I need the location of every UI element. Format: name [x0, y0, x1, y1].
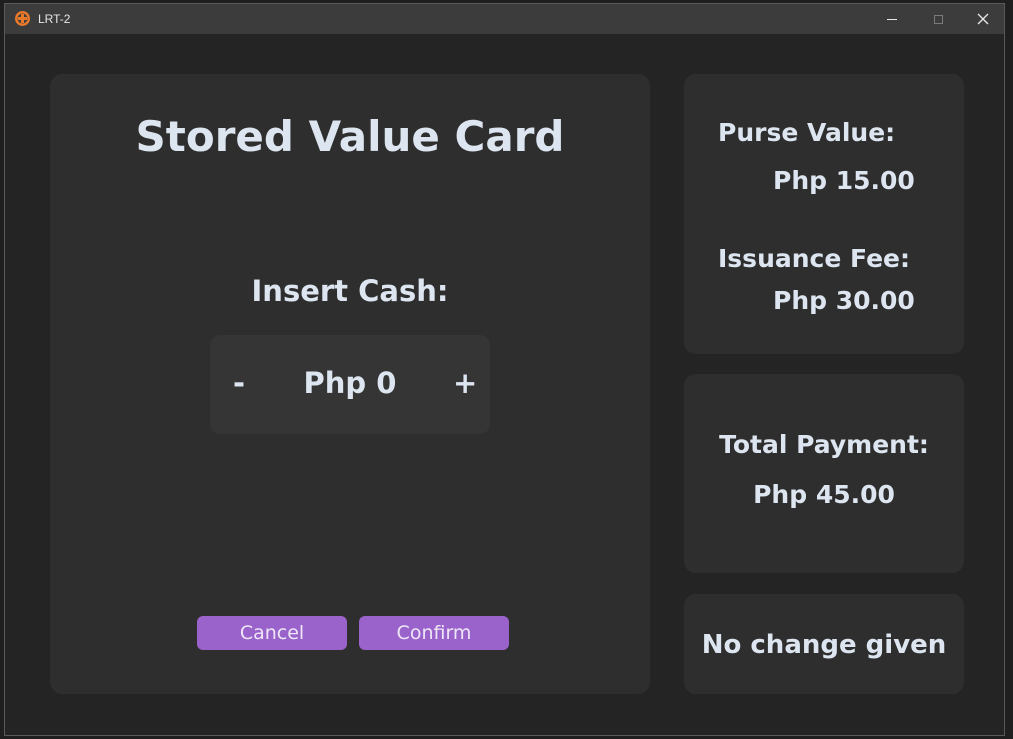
purse-value-amount: Php 15.00 — [773, 166, 915, 195]
decrease-cash-button[interactable]: - — [233, 369, 245, 398]
maximize-icon — [933, 14, 943, 24]
issuance-fee-amount: Php 30.00 — [773, 286, 915, 315]
change-panel: No change given — [684, 594, 964, 694]
minimize-icon — [887, 18, 897, 20]
purse-value-label: Purse Value: — [718, 118, 896, 147]
cash-stepper: - Php 0 + — [210, 335, 490, 434]
window-title: LRT-2 — [38, 12, 71, 26]
lrt-logo-icon — [15, 11, 30, 26]
close-icon — [977, 13, 989, 25]
page-title: Stored Value Card — [135, 112, 565, 161]
stored-value-card-panel: Stored Value Card Insert Cash: - Php 0 +… — [50, 74, 650, 694]
title-bar[interactable]: LRT-2 — [5, 4, 1004, 34]
issuance-fee-label: Issuance Fee: — [718, 244, 910, 273]
total-payment-label: Total Payment: — [719, 430, 929, 459]
minimize-button[interactable] — [869, 4, 915, 34]
close-button[interactable] — [960, 4, 1004, 34]
fees-panel: Purse Value: Php 15.00 Issuance Fee: Php… — [684, 74, 964, 354]
maximize-button[interactable] — [915, 4, 961, 34]
cancel-button[interactable]: Cancel — [197, 616, 347, 650]
insert-cash-label: Insert Cash: — [251, 274, 449, 308]
change-message: No change given — [701, 630, 947, 660]
cash-amount-value: Php 0 — [303, 366, 397, 400]
confirm-button[interactable]: Confirm — [359, 616, 509, 650]
app-window: LRT-2 Stored Value Card Insert Cash: - P… — [4, 3, 1005, 736]
increase-cash-button[interactable]: + — [453, 369, 477, 398]
total-payment-panel: Total Payment: Php 45.00 — [684, 374, 964, 573]
total-payment-amount: Php 45.00 — [753, 480, 895, 509]
